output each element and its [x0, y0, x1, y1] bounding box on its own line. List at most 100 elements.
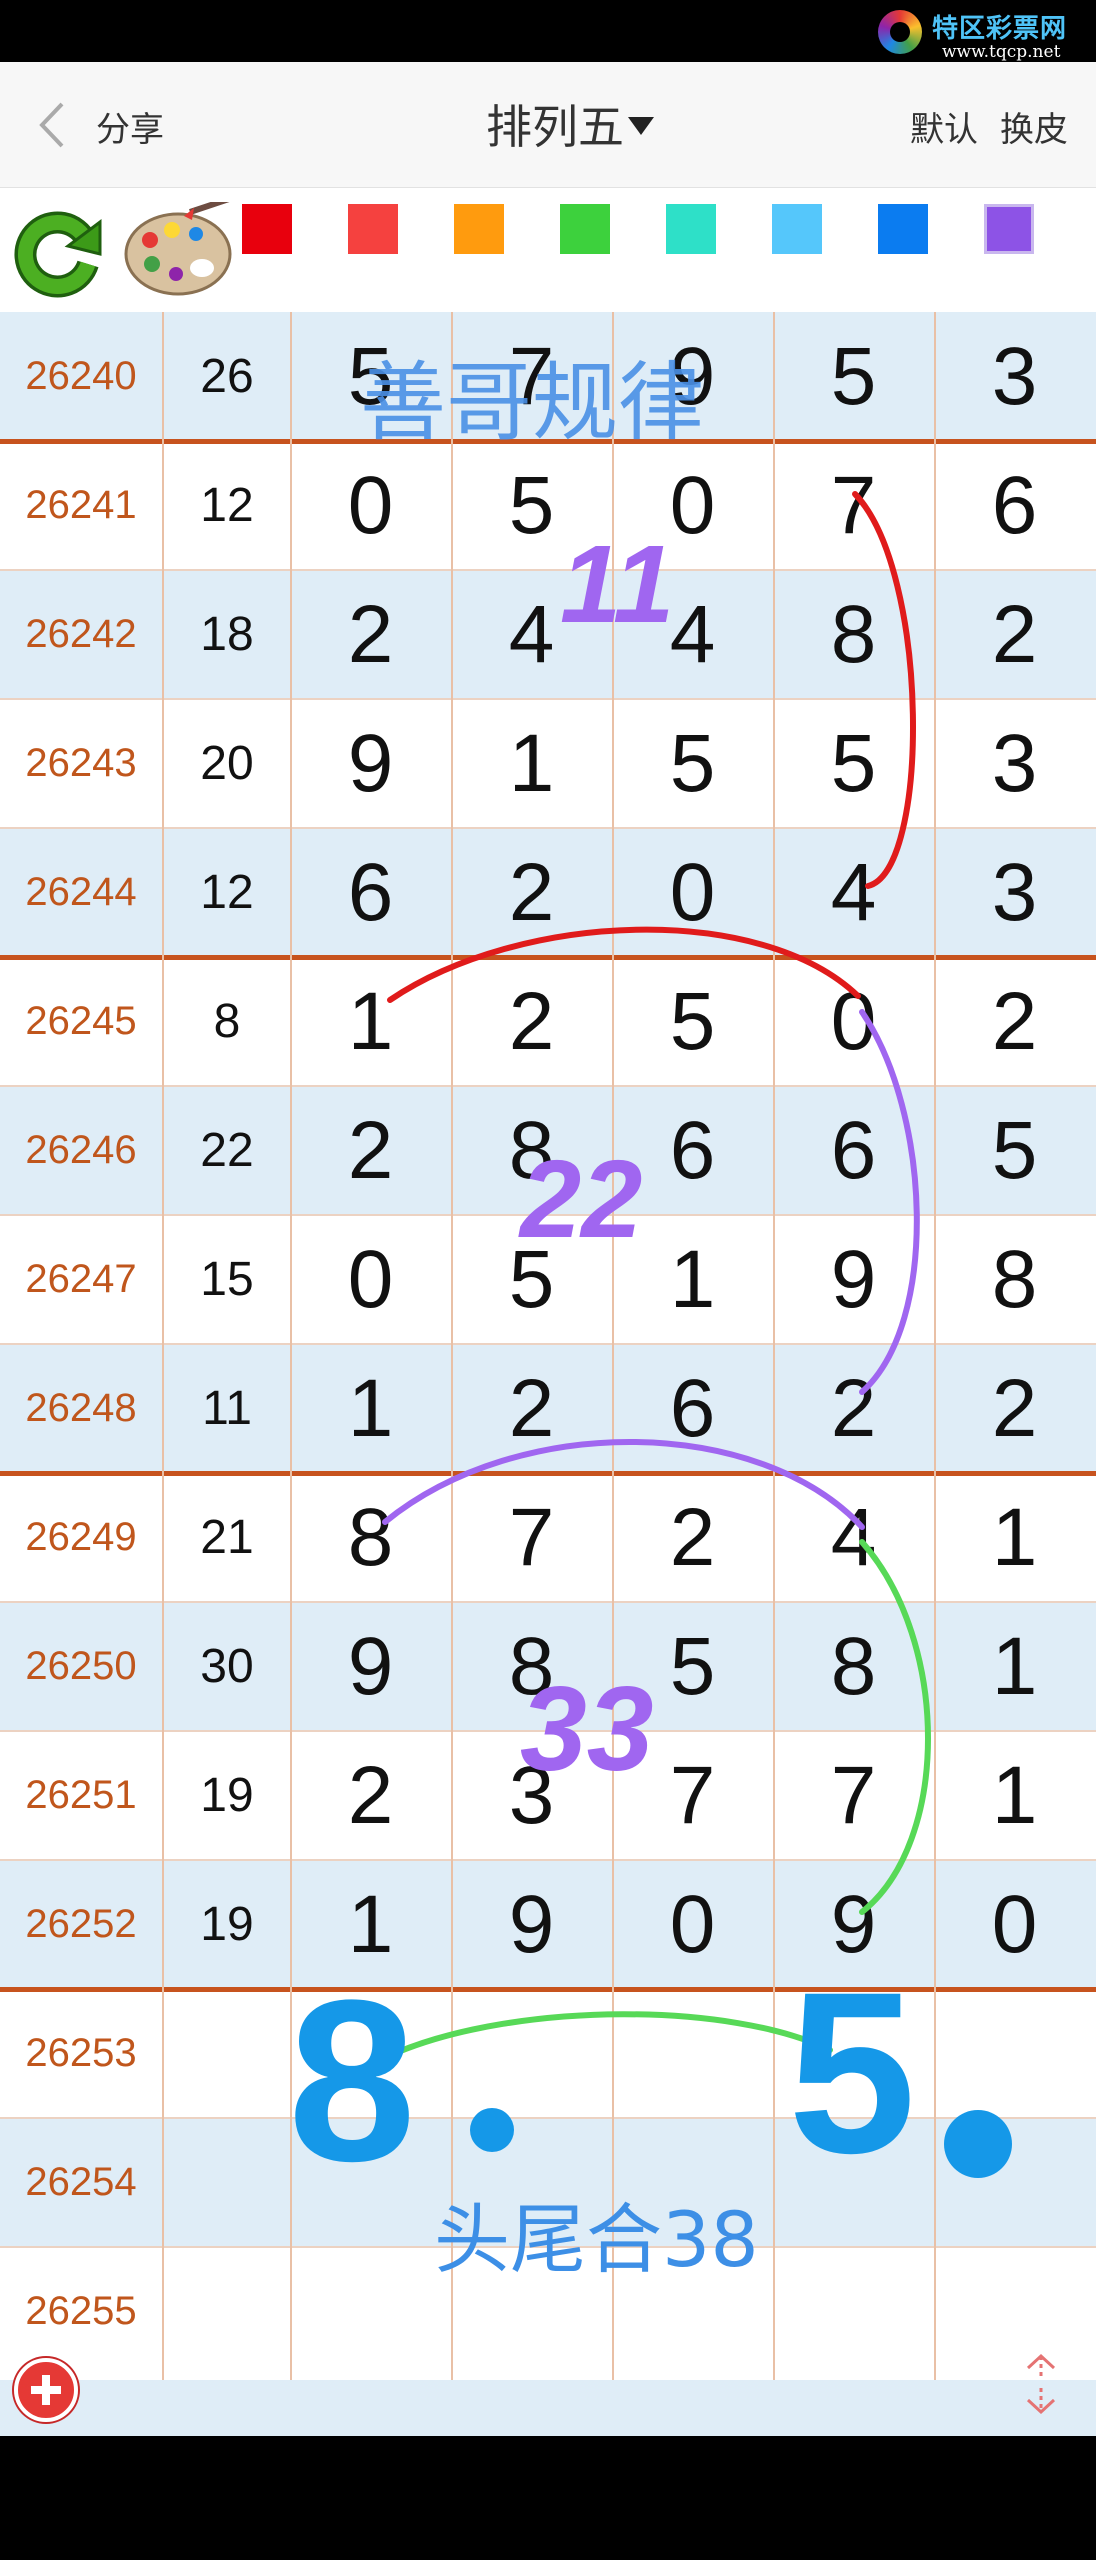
draw-digit-cell[interactable]: 3	[934, 828, 1095, 957]
color-swatch[interactable]	[560, 204, 610, 254]
draw-digit-cell[interactable]: 3	[451, 1731, 612, 1860]
back-chevron-icon[interactable]	[36, 100, 70, 150]
draw-digit-cell[interactable]	[773, 1989, 934, 2118]
draw-digit-cell[interactable]: 0	[290, 1215, 451, 1344]
draw-digit-cell[interactable]: 2	[290, 570, 451, 699]
draw-digit-cell[interactable]	[934, 1989, 1095, 2118]
draw-digit-cell[interactable]: 8	[773, 1602, 934, 1731]
draw-digit-cell[interactable]: 5	[773, 699, 934, 828]
draw-digit-cell[interactable]: 0	[612, 441, 773, 570]
draw-digit-cell[interactable]: 9	[773, 1215, 934, 1344]
refresh-icon[interactable]	[8, 202, 108, 302]
color-swatch[interactable]	[454, 204, 504, 254]
draw-digit-cell[interactable]: 6	[290, 828, 451, 957]
draw-digit-cell[interactable]: 1	[290, 1344, 451, 1473]
draw-digit-cell[interactable]: 9	[290, 1602, 451, 1731]
share-button[interactable]: 分享	[96, 102, 164, 151]
change-skin-button[interactable]: 换皮	[1000, 102, 1068, 151]
draw-digit-cell[interactable]: 2	[934, 570, 1095, 699]
expand-vertical-icon[interactable]	[1020, 2348, 1062, 2420]
draw-digit-cell[interactable]: 1	[934, 1731, 1095, 1860]
issue-number: 26240	[25, 354, 137, 398]
draw-digit-cell[interactable]	[612, 1989, 773, 2118]
color-swatch[interactable]	[242, 204, 292, 254]
color-swatch[interactable]	[772, 204, 822, 254]
draw-digit-cell[interactable]: 2	[934, 957, 1095, 1086]
draw-digit-cell[interactable]: 4	[773, 828, 934, 957]
draw-digit-cell[interactable]	[290, 2118, 451, 2247]
draw-digit-cell[interactable]: 5	[773, 312, 934, 441]
draw-digit-cell[interactable]	[773, 2118, 934, 2247]
draw-digit-cell[interactable]: 2	[612, 1473, 773, 1602]
draw-digit-cell[interactable]: 9	[612, 312, 773, 441]
draw-digit-cell[interactable]: 1	[612, 1215, 773, 1344]
column-divider	[290, 312, 292, 2380]
draw-digit-cell[interactable]: 2	[934, 1344, 1095, 1473]
color-swatch[interactable]	[878, 204, 928, 254]
draw-digit-cell[interactable]	[451, 2247, 612, 2376]
draw-digit-cell[interactable]: 0	[612, 1860, 773, 1989]
draw-digit-cell[interactable]: 8	[290, 1473, 451, 1602]
draw-digit-cell[interactable]: 3	[934, 699, 1095, 828]
draw-digit-cell[interactable]: 2	[451, 1344, 612, 1473]
draw-digit-cell[interactable]: 6	[612, 1086, 773, 1215]
draw-digit-cell[interactable]: 0	[934, 1860, 1095, 1989]
draw-digit-cell[interactable]	[612, 2118, 773, 2247]
draw-digit-cell[interactable]: 7	[612, 1731, 773, 1860]
draw-digit-cell[interactable]: 5	[612, 699, 773, 828]
draw-digit-cell[interactable]: 1	[451, 699, 612, 828]
draw-digit-cell[interactable]: 8	[934, 1215, 1095, 1344]
draw-digit-cell[interactable]	[290, 2247, 451, 2376]
color-swatch[interactable]	[348, 204, 398, 254]
draw-digit-cell[interactable]: 0	[773, 957, 934, 1086]
draw-digit-cell[interactable]	[290, 1989, 451, 2118]
draw-digit-cell[interactable]: 2	[773, 1344, 934, 1473]
draw-digit-cell[interactable]	[773, 2247, 934, 2376]
draw-digit-cell[interactable]: 2	[290, 1086, 451, 1215]
draw-digit-cell[interactable]: 6	[773, 1086, 934, 1215]
draw-digit-cell[interactable]: 0	[612, 828, 773, 957]
color-swatch[interactable]	[984, 204, 1034, 254]
draw-digit-cell[interactable]: 2	[290, 1731, 451, 1860]
draw-digit-cell[interactable]: 5	[934, 1086, 1095, 1215]
draw-digit-cell[interactable]: 9	[290, 699, 451, 828]
issue-number: 26246	[25, 1128, 137, 1172]
draw-digit-cell[interactable]: 5	[290, 312, 451, 441]
draw-digit-cell[interactable]: 5	[451, 441, 612, 570]
draw-digit-cell[interactable]: 4	[773, 1473, 934, 1602]
draw-digit-cell[interactable]: 2	[451, 957, 612, 1086]
draw-digit-cell[interactable]: 7	[451, 1473, 612, 1602]
draw-digit-cell[interactable]: 9	[773, 1860, 934, 1989]
default-button[interactable]: 默认	[910, 102, 978, 151]
draw-digit-cell[interactable]	[451, 1989, 612, 2118]
draw-digit-cell[interactable]: 2	[451, 828, 612, 957]
draw-digit-cell[interactable]: 9	[451, 1860, 612, 1989]
draw-digit-cell[interactable]: 5	[612, 1602, 773, 1731]
draw-digit-cell[interactable]: 8	[773, 570, 934, 699]
draw-digit-cell[interactable]	[934, 2118, 1095, 2247]
add-row-plus-icon[interactable]	[14, 2358, 78, 2422]
draw-digit-cell[interactable]: 1	[934, 1602, 1095, 1731]
draw-digit-cell[interactable]: 4	[451, 570, 612, 699]
draw-digit-cell[interactable]: 0	[290, 441, 451, 570]
draw-digit-cell[interactable]: 6	[934, 441, 1095, 570]
draw-digit-cell[interactable]: 7	[773, 441, 934, 570]
draw-digit-cell[interactable]	[451, 2118, 612, 2247]
draw-digit-cell[interactable]: 8	[451, 1602, 612, 1731]
palette-icon[interactable]	[120, 202, 240, 298]
draw-digit-cell[interactable]: 5	[612, 957, 773, 1086]
draw-digit-cell[interactable]: 4	[612, 570, 773, 699]
draw-digit-cell[interactable]: 1	[290, 957, 451, 1086]
draw-digit-cell[interactable]	[934, 2247, 1095, 2376]
color-swatch[interactable]	[666, 204, 716, 254]
draw-digit-cell[interactable]	[612, 2247, 773, 2376]
draw-digit-cell[interactable]: 7	[451, 312, 612, 441]
draw-digit-cell[interactable]: 5	[451, 1215, 612, 1344]
draw-digit-cell[interactable]: 6	[612, 1344, 773, 1473]
draw-digit-cell[interactable]: 1	[290, 1860, 451, 1989]
draw-digit-cell[interactable]: 8	[451, 1086, 612, 1215]
draw-digit-cell[interactable]: 1	[934, 1473, 1095, 1602]
draw-digit-cell[interactable]: 7	[773, 1731, 934, 1860]
draw-digit-cell[interactable]: 3	[934, 312, 1095, 441]
lottery-type-dropdown[interactable]: 排列五	[440, 92, 700, 156]
